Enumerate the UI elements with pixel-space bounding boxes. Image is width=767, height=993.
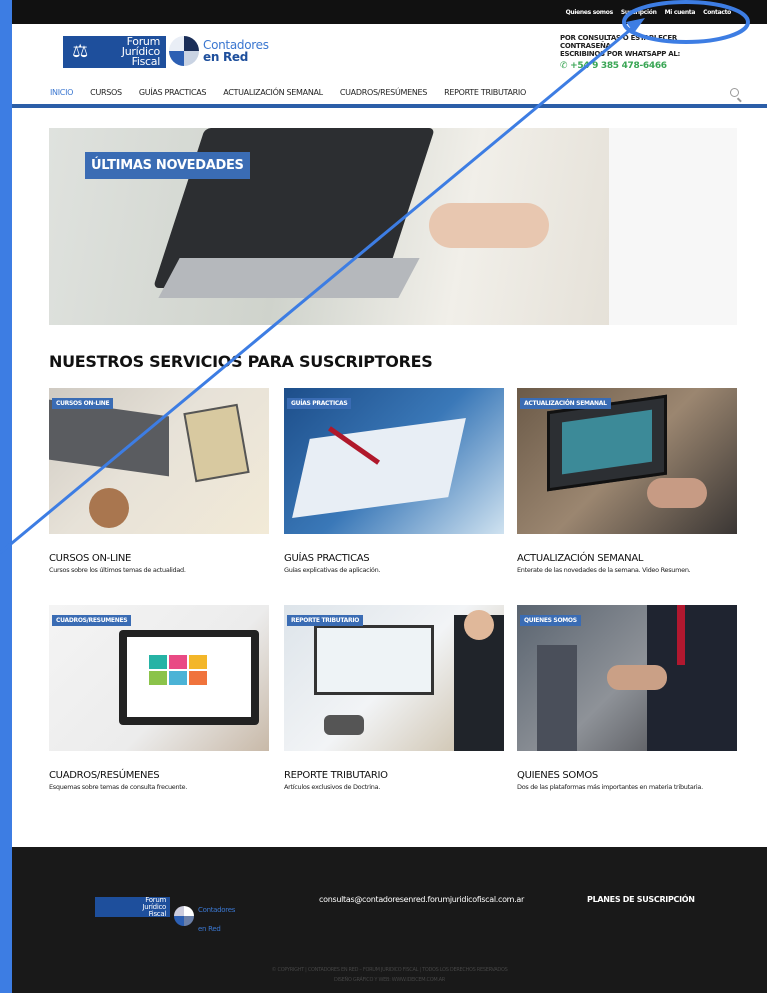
- whatsapp-link[interactable]: ✆ +54 9 385 478-6466: [560, 61, 720, 71]
- logo-word: en Red: [203, 50, 249, 64]
- nav-item-inicio[interactable]: INICIO: [50, 88, 73, 97]
- topbar-link-suscripcion[interactable]: Suscripción: [621, 9, 657, 16]
- service-tag: REPORTE TRIBUTARIO: [287, 615, 364, 626]
- nav-item-guias[interactable]: GUÍAS PRACTICAS: [139, 88, 207, 97]
- copyright-text: © COPYRIGHT | CONTADORES EN RED – FORUM …: [271, 967, 508, 973]
- service-desc: Esquemas sobre temas de consulta frecuen…: [49, 783, 188, 791]
- topbar-link-quienes-somos[interactable]: Quienes somos: [566, 9, 614, 16]
- service-card-quienes[interactable]: QUIENES SOMOS QUIENES SOMOS Dos de las p…: [517, 605, 737, 791]
- service-card-reporte[interactable]: REPORTE TRIBUTARIO REPORTE TRIBUTARIO Ar…: [284, 605, 504, 791]
- service-title[interactable]: GUÍAS PRACTICAS: [284, 553, 504, 564]
- service-image: GUÍAS PRACTICAS: [284, 388, 504, 534]
- footer-forum-logo[interactable]: Forum Jurídico Fiscal: [95, 897, 170, 918]
- service-tag: ACTUALIZACIÓN SEMANAL: [520, 398, 611, 409]
- main-nav: INICIO CURSOS GUÍAS PRACTICAS ACTUALIZAC…: [12, 80, 767, 108]
- hand-illustration: [429, 203, 549, 248]
- top-bar: Quienes somos Suscripción Mi cuenta Cont…: [12, 0, 767, 24]
- contact-box: POR CONSULTAS O ESTABLECER CONTRASEÑA ES…: [560, 34, 720, 71]
- services-title: NUESTROS SERVICIOS PARA SUSCRIPTORES: [49, 352, 433, 371]
- footer-contadores-logo[interactable]: Contadores en Red: [174, 897, 235, 935]
- service-card-cursos[interactable]: CURSOS ON-LINE CURSOS ON-LINE Cursos sob…: [49, 388, 269, 574]
- service-title[interactable]: CUADROS/RESÚMENES: [49, 770, 269, 781]
- topbar-link-mi-cuenta[interactable]: Mi cuenta: [665, 9, 696, 16]
- service-image: QUIENES SOMOS: [517, 605, 737, 751]
- nav-item-cuadros[interactable]: CUADROS/RESÚMENES: [340, 88, 428, 97]
- nav-item-reporte[interactable]: REPORTE TRIBUTARIO: [444, 88, 526, 97]
- nav-item-cursos[interactable]: CURSOS: [90, 88, 122, 97]
- site-header: ⚖ Forum Jurídico Fiscal Contadores en Re…: [12, 24, 767, 80]
- service-title[interactable]: QUIENES SOMOS: [517, 770, 737, 781]
- forum-juridico-logo[interactable]: ⚖ Forum Jurídico Fiscal: [63, 36, 166, 68]
- hero-badge: ÚLTIMAS NOVEDADES: [85, 152, 250, 179]
- search-icon[interactable]: [730, 88, 739, 97]
- contadores-en-red-logo[interactable]: Contadores en Red: [169, 36, 269, 66]
- logo-word: Contadores: [198, 906, 236, 914]
- service-title[interactable]: CURSOS ON-LINE: [49, 553, 269, 564]
- aperture-icon: [169, 36, 199, 66]
- logo-word: en Red: [198, 925, 221, 933]
- sleeve-illustration: [609, 128, 737, 325]
- service-card-cuadros[interactable]: CUADROS/RESUMENES CUADROS/RESÚMENES Esqu…: [49, 605, 269, 791]
- service-tag: QUIENES SOMOS: [520, 615, 581, 626]
- site-footer: Forum Jurídico Fiscal Contadores en Red …: [12, 847, 767, 993]
- page: Quienes somos Suscripción Mi cuenta Cont…: [12, 0, 767, 993]
- logo-word: Fiscal: [131, 55, 161, 68]
- service-tag: CUADROS/RESUMENES: [52, 615, 132, 626]
- service-title[interactable]: ACTUALIZACIÓN SEMANAL: [517, 553, 737, 564]
- scale-icon: ⚖: [72, 41, 88, 62]
- service-desc: Enterate de las novedades de la semana. …: [517, 566, 691, 574]
- service-tag: GUÍAS PRACTICAS: [287, 398, 352, 409]
- service-desc: Dos de las plataformas más importantes e…: [517, 783, 703, 791]
- footer-email-link[interactable]: consultas@contadoresenred.forumjuridicof…: [319, 895, 524, 904]
- service-image: ACTUALIZACIÓN SEMANAL: [517, 388, 737, 534]
- service-desc: Cursos sobre los últimos temas de actual…: [49, 566, 186, 574]
- service-card-actualizacion[interactable]: ACTUALIZACIÓN SEMANAL ACTUALIZACIÓN SEMA…: [517, 388, 737, 574]
- service-title[interactable]: REPORTE TRIBUTARIO: [284, 770, 504, 781]
- service-desc: Artículos exclusivos de Doctrina.: [284, 783, 381, 791]
- service-image: CUADROS/RESUMENES: [49, 605, 269, 751]
- hero-banner[interactable]: ÚLTIMAS NOVEDADES: [49, 128, 737, 325]
- service-image: REPORTE TRIBUTARIO: [284, 605, 504, 751]
- design-credit: DISEÑO GRÁFICO Y WEB: WWW.IDEICEM.COM.AR: [334, 977, 445, 983]
- topbar-link-contacto[interactable]: Contacto: [703, 9, 731, 16]
- service-desc: Guías explicativas de aplicación.: [284, 566, 381, 574]
- footer-plans-link[interactable]: PLANES DE SUSCRIPCIÓN: [587, 895, 695, 904]
- service-tag: CURSOS ON-LINE: [52, 398, 114, 409]
- contact-line: ESCRIBINOS POR WHATSAPP AL:: [560, 50, 681, 58]
- contact-line: POR CONSULTAS O ESTABLECER CONTRASEÑA: [560, 34, 677, 50]
- aperture-icon: [174, 906, 194, 926]
- service-image: CURSOS ON-LINE: [49, 388, 269, 534]
- logo-word: Fiscal: [148, 910, 167, 918]
- whatsapp-number: +54 9 385 478-6466: [570, 61, 667, 71]
- nav-item-actualizacion[interactable]: ACTUALIZACIÓN SEMANAL: [223, 88, 323, 97]
- keyboard-illustration: [158, 258, 420, 298]
- service-card-guias[interactable]: GUÍAS PRACTICAS GUÍAS PRACTICAS Guías ex…: [284, 388, 504, 574]
